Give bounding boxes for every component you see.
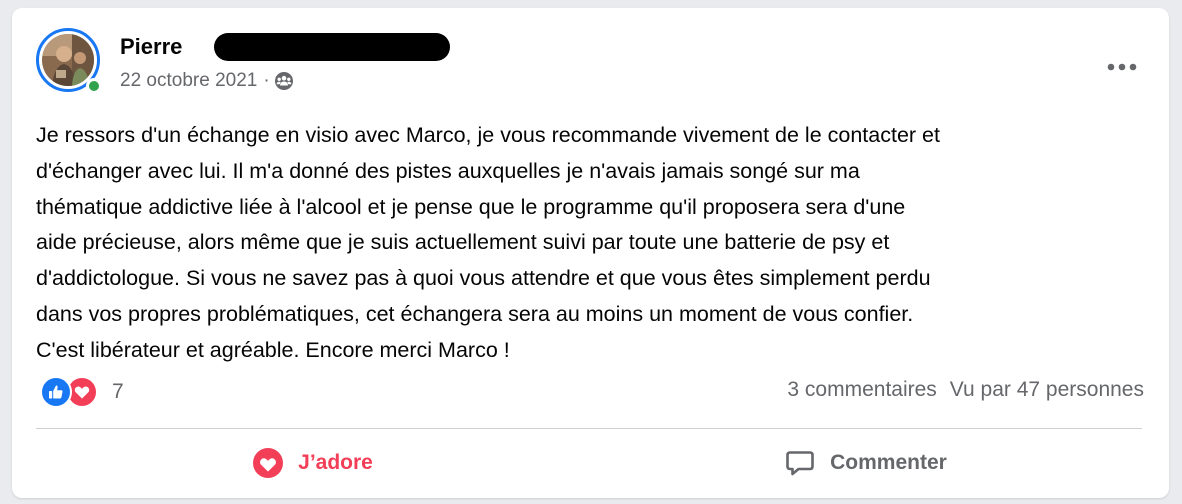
post-body-text: Je ressors d'un échange en visio avec Ma… bbox=[36, 123, 940, 362]
comment-bubble-icon bbox=[784, 447, 816, 479]
love-button[interactable]: J’adore bbox=[36, 438, 589, 488]
author-name[interactable]: Pierre bbox=[120, 34, 182, 60]
thumbs-up-icon bbox=[40, 376, 72, 408]
post-date[interactable]: 22 octobre 2021 bbox=[120, 70, 257, 92]
post-meta: 22 octobre 2021 · bbox=[120, 70, 294, 92]
love-button-label: J’adore bbox=[298, 451, 373, 474]
author-avatar[interactable] bbox=[36, 28, 106, 98]
avatar-photo bbox=[42, 34, 94, 86]
post-stats: 7 3 commentaires Vu par 47 personnes bbox=[36, 376, 1144, 408]
reactions-summary[interactable]: 7 bbox=[40, 376, 124, 408]
actions-divider bbox=[36, 428, 1142, 429]
post-actions-bar: J’adore Commenter bbox=[36, 438, 1142, 488]
views-count-link[interactable]: Vu par 47 personnes bbox=[950, 378, 1144, 402]
reaction-count: 7 bbox=[112, 380, 124, 403]
post-card: Pierre 22 octobre 2021 · Je ressors d'un… bbox=[12, 8, 1169, 498]
name-redaction bbox=[214, 33, 450, 61]
group-icon[interactable] bbox=[274, 71, 294, 91]
post-header: Pierre 22 octobre 2021 · bbox=[36, 28, 1146, 98]
online-status-dot bbox=[86, 78, 102, 94]
more-horizontal-icon bbox=[1107, 63, 1137, 71]
heart-icon bbox=[252, 447, 284, 479]
more-options-button[interactable] bbox=[1102, 52, 1142, 82]
meta-separator: · bbox=[263, 70, 270, 91]
comment-button[interactable]: Commenter bbox=[589, 438, 1142, 488]
engagement-stats: 3 commentaires Vu par 47 personnes bbox=[787, 378, 1144, 402]
comments-count-link[interactable]: 3 commentaires bbox=[787, 378, 936, 402]
comment-button-label: Commenter bbox=[830, 451, 947, 474]
